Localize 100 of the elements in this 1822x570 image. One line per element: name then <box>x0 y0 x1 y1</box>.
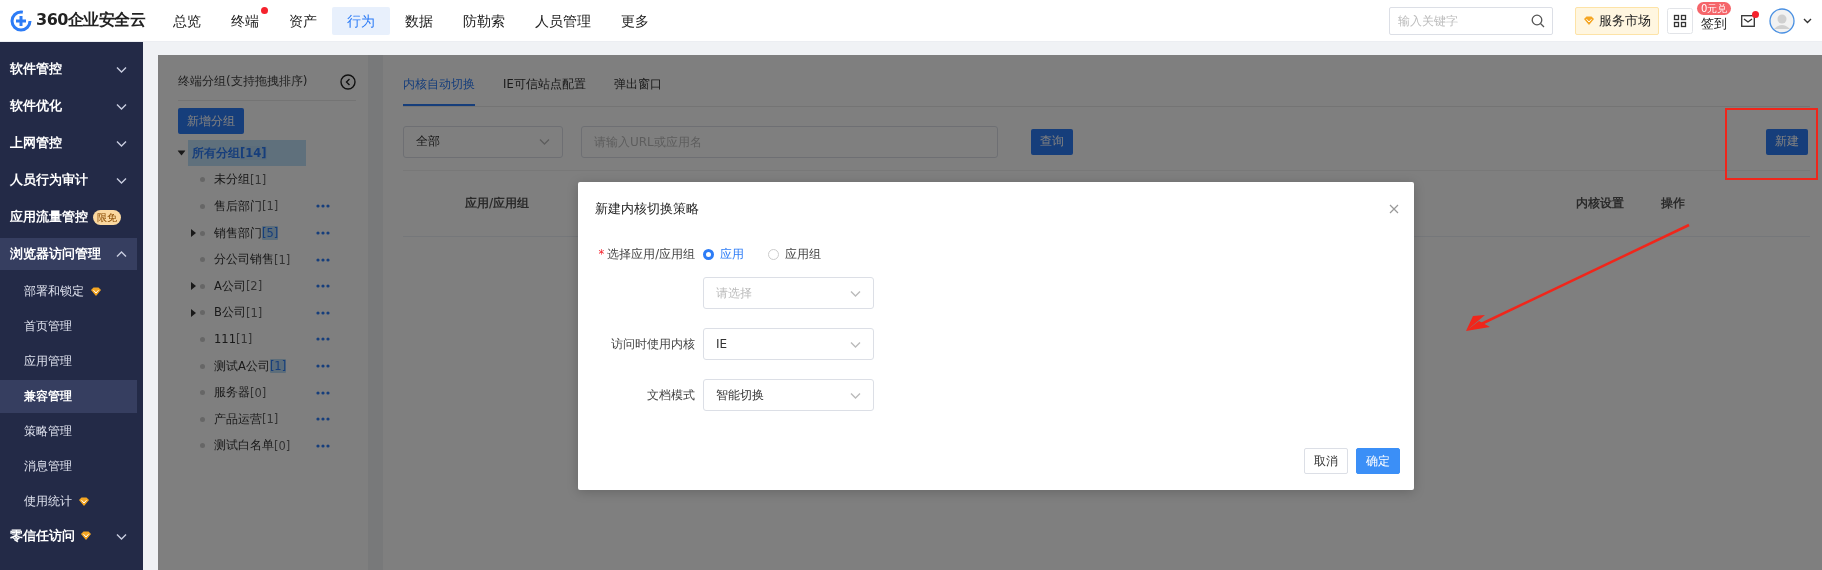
more-icon[interactable] <box>316 284 330 289</box>
bullet-icon <box>200 416 205 422</box>
item-count: [0] <box>250 385 267 400</box>
tree-item[interactable]: 未分组[1] <box>210 166 271 193</box>
menu-label: 部署和锁定 <box>24 284 84 299</box>
item-count: [14] <box>240 146 267 161</box>
tree-item[interactable]: 分公司销售[1] <box>210 246 295 273</box>
nav-tab[interactable]: 资产 <box>274 6 332 35</box>
tree-item[interactable]: 产品运营[1] <box>210 406 283 433</box>
nav-tab[interactable]: 防勒索 <box>448 6 520 35</box>
sidebar-menu-item[interactable]: 上网管控 <box>0 127 137 159</box>
service-market-button[interactable]: 服务市场 <box>1575 6 1659 35</box>
column-header: 内核设置 <box>1576 196 1624 211</box>
item-count: [1] <box>245 305 263 320</box>
nav-tab[interactable]: 终端 <box>216 6 274 35</box>
sidebar-subitem[interactable]: 应用管理 <box>0 345 137 378</box>
sidebar-subitem[interactable]: 策略管理 <box>0 415 137 448</box>
coupon-badge: 0元兑 <box>1697 1 1732 15</box>
logo-icon <box>10 9 32 32</box>
tab[interactable]: IE可信站点配置 <box>503 77 586 106</box>
tree-item-label: B公司 <box>214 305 246 321</box>
sidebar-menu-item[interactable]: 人员行为审计 <box>0 164 137 196</box>
nav-tab[interactable]: 总览 <box>158 6 216 35</box>
tree-item[interactable]: 测试白名单[0] <box>210 432 295 459</box>
nav-tab[interactable]: 数据 <box>390 6 448 35</box>
collapse-icon[interactable] <box>340 73 356 90</box>
bullet-icon <box>200 310 205 316</box>
tree-item-label: A公司 <box>214 278 246 294</box>
bullet-icon <box>200 283 205 289</box>
menu-label: 人员行为审计 <box>10 171 88 189</box>
chevron-down-icon <box>850 289 861 297</box>
item-count: [1] <box>269 359 287 374</box>
item-count: [5] <box>262 226 279 241</box>
apps-grid-icon[interactable] <box>1667 7 1693 34</box>
item-count: [1] <box>250 172 267 187</box>
caret-right-icon[interactable] <box>190 308 197 317</box>
menu-label: 首页管理 <box>24 319 72 334</box>
radio-option[interactable]: 应用 <box>703 245 744 263</box>
tree-item[interactable]: B公司[1] <box>210 299 267 326</box>
caret-right-icon[interactable] <box>190 282 197 291</box>
nav-tab[interactable]: 人员管理 <box>520 6 606 35</box>
sidebar-subitem[interactable]: 使用统计 <box>0 485 137 518</box>
avatar-icon[interactable] <box>1769 7 1795 34</box>
mail-icon[interactable] <box>1741 14 1755 27</box>
search-field[interactable]: 输入关键字 <box>1389 6 1553 35</box>
sidebar-menu-item[interactable]: 零信任访问 <box>0 520 137 552</box>
panel-title: 终端分组(支持拖拽排序) <box>178 73 308 90</box>
caret-right-icon[interactable] <box>190 229 197 238</box>
column-header: 应用/应用组 <box>465 196 530 211</box>
signin-link[interactable]: 签到 <box>1701 15 1727 31</box>
more-icon[interactable] <box>316 231 330 236</box>
sidebar-menu-item[interactable]: 软件管控 <box>0 53 137 85</box>
tree-item-label: 销售部门 <box>214 225 262 241</box>
sidebar-menu-item[interactable]: 浏览器访问管理 <box>0 238 137 270</box>
sidebar-menu-item[interactable]: 应用流量管控 限免 <box>0 201 137 233</box>
tree-item[interactable]: 测试A公司[1] <box>210 353 291 380</box>
more-icon[interactable] <box>316 204 330 209</box>
tree-item-label: 产品运营 <box>214 411 262 427</box>
radio-option[interactable]: 应用组 <box>768 245 821 263</box>
tree-item-label: 分公司销售 <box>214 252 274 268</box>
chevron-down-icon <box>539 138 550 145</box>
logo-text: 360企业安全云 <box>36 10 146 31</box>
tree-item[interactable]: A公司[2] <box>210 273 267 300</box>
tree-item[interactable]: 售后部门[1] <box>210 193 283 220</box>
dropdown-field[interactable]: IE <box>703 328 874 360</box>
tree-item[interactable]: 服务器[0] <box>210 379 271 406</box>
field-label: 访问时使用内核 <box>611 336 695 353</box>
menu-label: 软件优化 <box>10 97 62 115</box>
more-icon[interactable] <box>316 390 330 395</box>
nav-tab[interactable]: 更多 <box>606 6 664 35</box>
menu-label: 兼容管理 <box>24 389 72 404</box>
more-icon[interactable] <box>316 417 330 422</box>
column-header: 操作 <box>1661 196 1685 211</box>
close-icon[interactable] <box>1389 204 1399 214</box>
more-icon[interactable] <box>316 443 330 448</box>
tree-item-label: 服务器 <box>214 385 250 401</box>
nav-tab[interactable]: 行为 <box>332 6 390 35</box>
menu-label: 应用流量管控 <box>10 208 88 226</box>
diamond-icon <box>1583 15 1595 26</box>
more-icon[interactable] <box>316 257 330 262</box>
type-dropdown[interactable]: 全部 <box>403 125 563 158</box>
caret-down-icon[interactable] <box>1803 17 1812 24</box>
item-count: [1] <box>274 252 291 267</box>
sidebar-menu-item[interactable]: 软件优化 <box>0 90 137 122</box>
dropdown-field[interactable]: 智能切换 <box>703 379 874 411</box>
menu-label: 上网管控 <box>10 134 62 152</box>
tab[interactable]: 弹出窗口 <box>613 77 662 106</box>
sidebar-subitem[interactable]: 首页管理 <box>0 310 137 343</box>
cancel-button[interactable]: 取消 <box>1304 448 1348 474</box>
sidebar-subitem[interactable]: 消息管理 <box>0 450 137 483</box>
search-icon <box>1531 13 1545 28</box>
more-icon[interactable] <box>316 337 330 342</box>
sidebar-subitem[interactable]: 部署和锁定 <box>0 275 137 308</box>
sidebar-subitem[interactable]: 兼容管理 <box>0 380 137 413</box>
tree-item[interactable]: 销售部门[5] <box>210 220 283 247</box>
bullet-icon <box>200 257 205 263</box>
tree-item[interactable]: 111[1] <box>210 326 257 353</box>
field-label: 文档模式 <box>647 387 695 404</box>
more-icon[interactable] <box>316 364 330 369</box>
more-icon[interactable] <box>316 310 330 315</box>
